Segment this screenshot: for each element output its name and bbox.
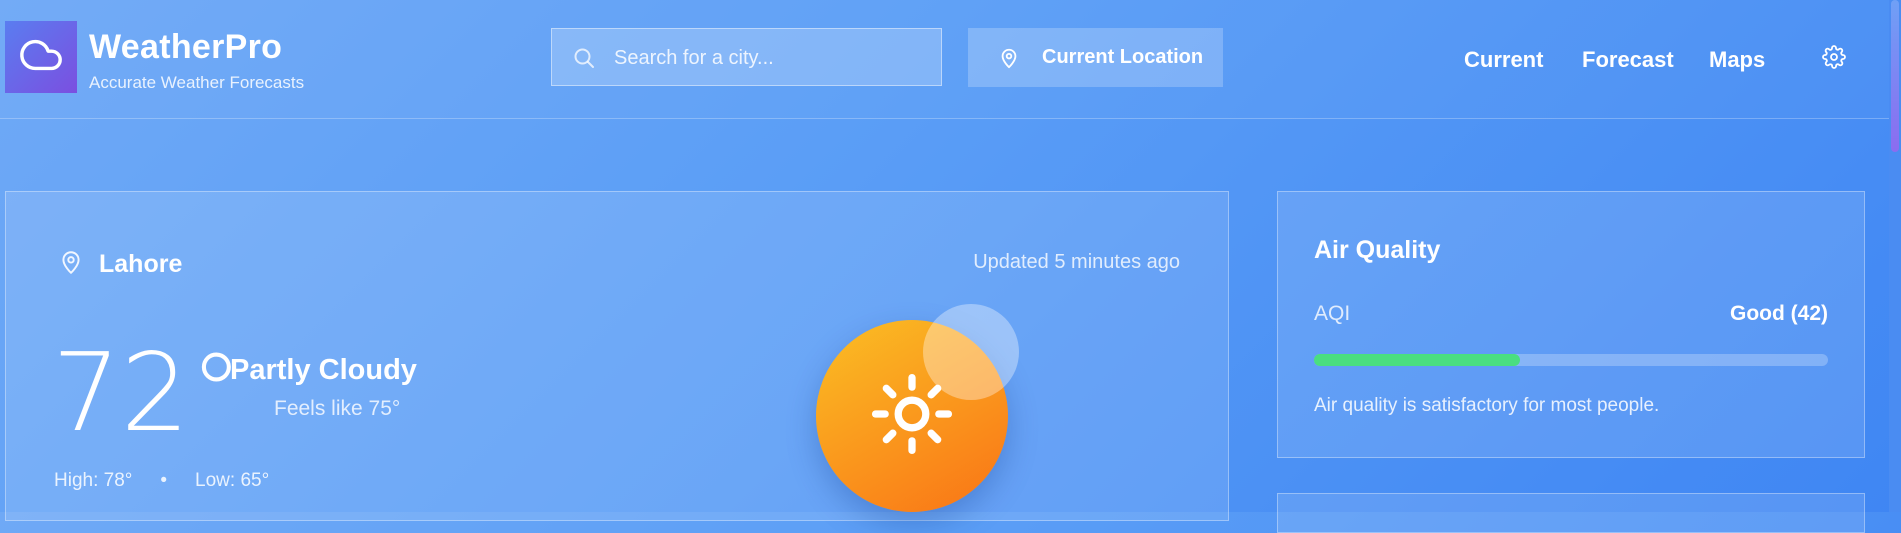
cloud-icon bbox=[18, 32, 64, 83]
current-temperature: 72° bbox=[52, 331, 244, 456]
cloud-bubble bbox=[923, 304, 1019, 400]
high-temp: High: 78° bbox=[54, 470, 133, 491]
current-weather-card: Lahore Updated 5 minutes ago 72° Partly … bbox=[5, 191, 1229, 521]
feels-like: Feels like 75° bbox=[274, 397, 401, 420]
scrollbar-thumb[interactable] bbox=[1891, 0, 1899, 152]
search-input[interactable] bbox=[612, 29, 936, 87]
aqi-label: AQI bbox=[1314, 302, 1351, 325]
next-card bbox=[1277, 493, 1865, 533]
brand-tagline: Accurate Weather Forecasts bbox=[89, 73, 305, 92]
weather-condition: Partly Cloudy bbox=[230, 354, 417, 386]
current-location-label: Current Location bbox=[1042, 46, 1204, 68]
brand-name: WeatherPro bbox=[89, 28, 283, 66]
aqi-progress-fill bbox=[1314, 354, 1520, 366]
air-quality-card: Air Quality AQI Good (42) Air quality is… bbox=[1277, 191, 1865, 458]
gear-icon[interactable] bbox=[1822, 45, 1846, 74]
map-pin-icon bbox=[998, 47, 1020, 69]
updated-time: Updated 5 minutes ago bbox=[973, 251, 1180, 273]
aqi-progress-track bbox=[1314, 354, 1828, 366]
map-pin-icon bbox=[58, 248, 84, 281]
nav-forecast[interactable]: Forecast bbox=[1582, 47, 1674, 73]
nav-maps[interactable]: Maps bbox=[1709, 47, 1765, 73]
current-location-button[interactable]: Current Location bbox=[968, 28, 1223, 87]
aqi-value: Good (42) bbox=[1730, 302, 1828, 325]
low-temp: Low: 65° bbox=[195, 470, 270, 491]
search-box[interactable] bbox=[551, 28, 942, 87]
page-scrollbar[interactable] bbox=[1889, 0, 1901, 512]
city-name: Lahore bbox=[99, 250, 183, 278]
air-quality-description: Air quality is satisfactory for most peo… bbox=[1314, 395, 1660, 416]
high-low: High: 78° • Low: 65° bbox=[54, 470, 269, 492]
logo[interactable] bbox=[5, 21, 77, 93]
city-row: Lahore bbox=[58, 248, 182, 281]
app-header: WeatherPro Accurate Weather Forecasts Cu… bbox=[0, 0, 1889, 119]
separator-dot: • bbox=[160, 470, 168, 491]
search-icon bbox=[572, 46, 596, 75]
air-quality-title: Air Quality bbox=[1314, 236, 1441, 264]
nav-current[interactable]: Current bbox=[1464, 47, 1543, 73]
